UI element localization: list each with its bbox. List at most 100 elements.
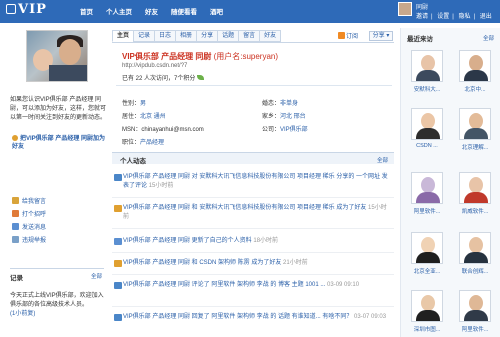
report-icon	[12, 236, 19, 243]
tab-blog[interactable]: 日志	[154, 30, 176, 42]
action-label: 发送消息	[22, 225, 47, 231]
visitor-name[interactable]: 联合创辉...	[453, 267, 497, 275]
visitor-card[interactable]: 北京理解...	[453, 108, 497, 160]
visitor-card[interactable]: 阿里软件...	[405, 172, 449, 224]
visitor-name[interactable]: 阿里软件...	[405, 207, 449, 215]
mail-icon	[12, 197, 19, 204]
action-label: 打个招呼	[22, 212, 47, 218]
feed-line[interactable]: VIP俱乐部 产品经理 同尉 和 CSDN 架构师 陈雳 成为了好友	[123, 260, 281, 266]
leaf-icon	[197, 75, 205, 80]
visitor-card[interactable]: 联合创辉...	[453, 232, 497, 284]
visitor-card[interactable]: 北京中...	[453, 50, 497, 102]
feed-text: VIP俱乐部 产品经理 同尉 对 安默科大讯飞信息科技股份有限公司 项目经理 稀…	[123, 173, 391, 191]
privacy-link[interactable]: 隐私	[459, 14, 471, 20]
record-all-link[interactable]: 全部	[91, 272, 102, 280]
tab-home[interactable]: 主页	[112, 30, 134, 42]
message-icon	[12, 223, 19, 230]
divider	[116, 85, 392, 86]
feed-line[interactable]: VIP俱乐部 产品经理 同尉 评论了 阿里软件 架构师 李战 的 博客 主题 1…	[123, 282, 325, 288]
action-say-hello[interactable]: 打个招呼	[12, 209, 46, 222]
visitors-all-link[interactable]: 全部	[483, 34, 494, 42]
field-value[interactable]: 非单身	[280, 101, 298, 107]
add-friend-label: 把VIP俱乐部 产品经理 同尉加为好友	[12, 136, 106, 150]
divider	[112, 197, 394, 198]
visitor-name[interactable]: 北京全亚...	[405, 267, 449, 275]
field-label: 性别：	[122, 101, 141, 107]
feed-item: VIP俱乐部 产品经理 同尉 和 CSDN 架构师 陈雳 成为了好友 21小时前	[112, 259, 394, 269]
nav-my-page[interactable]: 个人主页	[106, 6, 132, 16]
visitor-card[interactable]: 阿里软件...	[453, 290, 497, 337]
record-text: 今天正式上线VIP俱乐部，欢迎加入俱乐部的各位高级技术人员。 (1小前复)	[10, 292, 106, 319]
record-date-link[interactable]: (1小前复)	[10, 311, 35, 317]
visitor-name[interactable]: 北京中...	[453, 85, 497, 93]
feed-time: 18小时前	[253, 238, 279, 244]
visitor-card[interactable]: 凯威软件...	[453, 172, 497, 224]
field-value[interactable]: 产品经理	[140, 140, 164, 146]
logo-square-icon	[6, 4, 16, 14]
visitor-name[interactable]: 阿里软件...	[453, 325, 497, 333]
user-avatar[interactable]	[398, 2, 412, 16]
tab-topics[interactable]: 话题	[217, 30, 239, 42]
nav-bar[interactable]: 酒吧	[210, 6, 223, 16]
field-label: 家乡：	[262, 114, 281, 120]
field-value[interactable]: VIP俱乐部	[280, 127, 308, 133]
visitor-name[interactable]: CSDN ...	[405, 143, 449, 149]
subscribe-link[interactable]: 订阅	[338, 31, 358, 40]
divider	[112, 306, 394, 307]
field-label: MSN：	[122, 127, 142, 133]
visitor-name[interactable]: 北京理解...	[453, 143, 497, 151]
user-name[interactable]: 同尉	[416, 2, 428, 11]
separator: |	[431, 14, 433, 20]
field-value[interactable]: 北京 通州	[140, 114, 166, 120]
divider	[112, 228, 394, 229]
photo-man-face	[59, 39, 81, 65]
left-actions: 给我留言 打个招呼 发送消息 违规举报	[12, 196, 46, 248]
field-marriage: 婚恋：非单身	[262, 98, 298, 107]
feed-item: VIP俱乐部 产品经理 同尉 评论了 阿里软件 架构师 李战 的 博客 主题 1…	[112, 281, 394, 301]
nav-browse[interactable]: 随便看看	[171, 6, 197, 16]
nav-home[interactable]: 首页	[80, 6, 93, 16]
visitor-card[interactable]: CSDN ...	[405, 108, 449, 160]
profile-name: VIP俱乐部 产品经理 同尉 (用户名:superyan)	[122, 51, 278, 62]
tab-share[interactable]: 分享	[196, 30, 218, 42]
share-button[interactable]: 分享 ▾	[369, 31, 393, 41]
action-send-message[interactable]: 发送消息	[12, 222, 46, 235]
visitor-name[interactable]: 安默科大...	[405, 85, 449, 93]
avatar	[411, 50, 443, 82]
feed-line[interactable]: VIP俱乐部 产品经理 同尉 回复了 阿里软件 架构师 李战 的 话题 有谁知道…	[123, 314, 352, 320]
action-leave-message[interactable]: 给我留言	[12, 196, 46, 209]
field-residence: 居住：北京 通州	[122, 111, 166, 120]
field-value[interactable]: 河北 邢台	[280, 114, 306, 120]
tab-album[interactable]: 相册	[175, 30, 197, 42]
feed-line[interactable]: VIP俱乐部 产品经理 同尉 更新了自己的个人资料	[123, 238, 252, 244]
add-friend-link[interactable]: 把VIP俱乐部 产品经理 同尉加为好友	[12, 135, 106, 151]
action-report[interactable]: 违规举报	[12, 235, 46, 248]
invite-link[interactable]: 邀请	[416, 14, 428, 20]
record-body: 今天正式上线VIP俱乐部，欢迎加入俱乐部的各位高级技术人员。	[10, 293, 104, 308]
visitor-card[interactable]: 安默科大...	[405, 50, 449, 102]
profile-url[interactable]: http://vipdub.csdn.net/?7	[122, 63, 187, 69]
feed-all-link[interactable]: 全部	[377, 156, 388, 164]
tab-friends[interactable]: 好友	[259, 30, 282, 42]
logout-link[interactable]: 退出	[480, 14, 492, 20]
settings-link[interactable]: 设置	[437, 14, 449, 20]
logo-text: VIP	[18, 2, 47, 17]
feed-time: 15小时前	[148, 183, 174, 189]
tab-records[interactable]: 记录	[133, 30, 155, 42]
hand-icon	[12, 210, 19, 217]
visitor-name[interactable]: 凯威软件...	[453, 207, 497, 215]
site-logo[interactable]: VIP	[6, 2, 47, 17]
field-position: 职位：产品经理	[122, 137, 164, 146]
record-header: 记录 全部	[10, 272, 104, 284]
nav-friends[interactable]: 好友	[145, 6, 158, 16]
feed-time: 21小时前	[283, 260, 308, 266]
feed-line[interactable]: VIP俱乐部 产品经理 同尉 和 安默科大讯飞信息科技股份有限公司 项目经理 稀…	[123, 205, 366, 211]
field-value[interactable]: 男	[140, 101, 146, 107]
profile-photo[interactable]	[26, 30, 88, 82]
avatar	[411, 172, 443, 204]
tab-messages[interactable]: 留言	[238, 30, 260, 42]
visitor-name[interactable]: 深圳市图...	[405, 325, 449, 333]
visitor-card[interactable]: 北京全亚...	[405, 232, 449, 284]
left-column: 如果您认识VIP俱乐部 产品经理 同尉，可以添加为好友，这样，您就可以第一时间关…	[8, 28, 106, 337]
visitor-card[interactable]: 深圳市图...	[405, 290, 449, 337]
